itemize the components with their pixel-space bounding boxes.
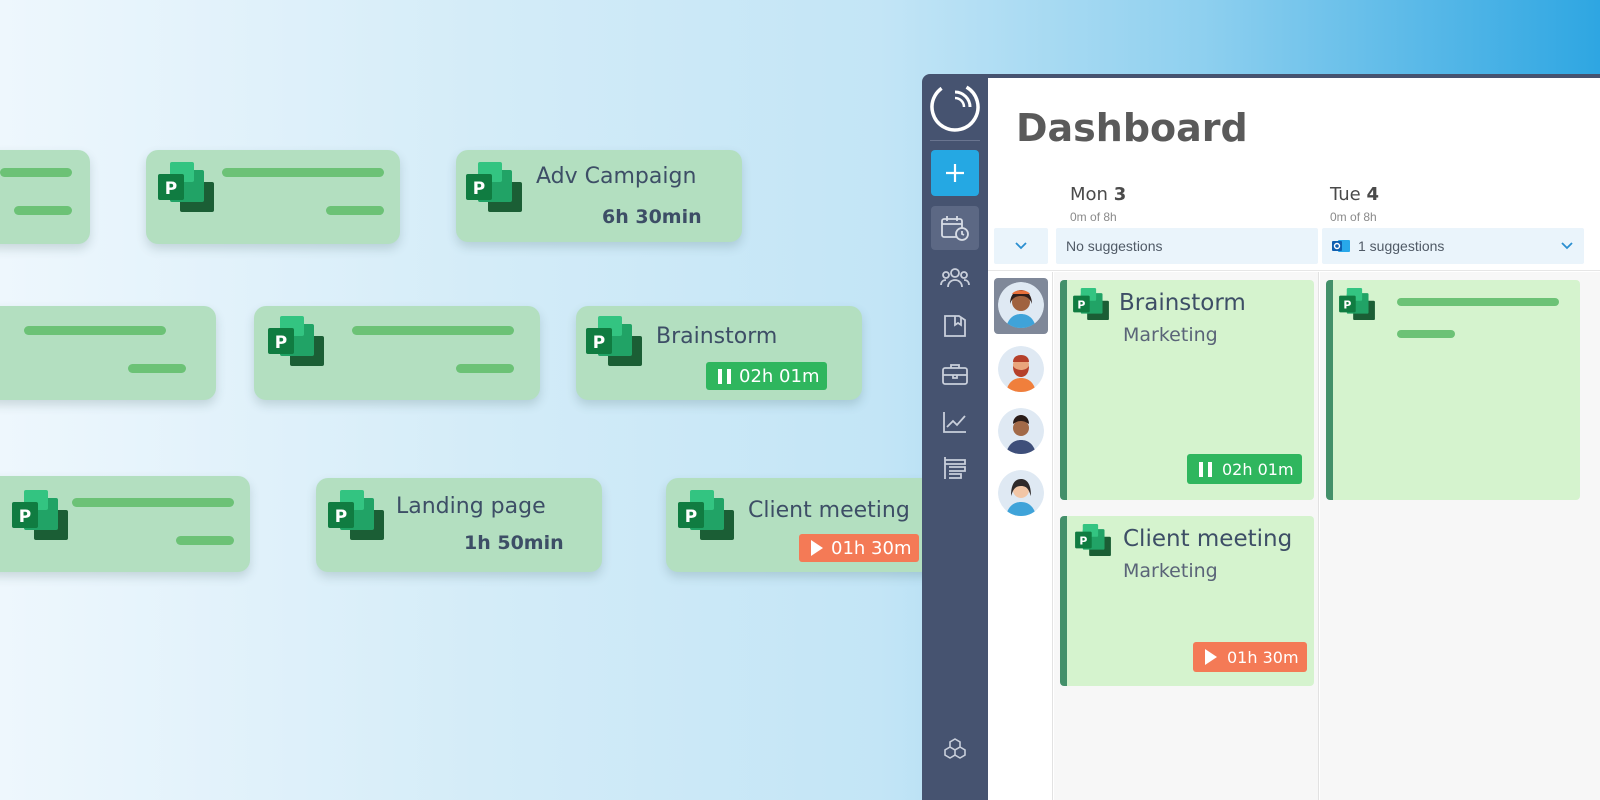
day-number: 4 [1366, 184, 1380, 205]
divider [1052, 272, 1053, 800]
task-card-landing-page[interactable]: Landing page 1h 50min [316, 478, 602, 572]
capacity: of 8h [1350, 210, 1377, 224]
task-card-placeholder[interactable] [0, 306, 216, 400]
briefcase-icon [942, 364, 968, 385]
project-icon [1073, 288, 1109, 320]
avatar[interactable] [998, 470, 1044, 516]
event-title: Client meeting [1123, 526, 1293, 552]
nav-clients[interactable] [931, 352, 979, 396]
capacity: of 8h [1090, 210, 1117, 224]
folder-icon [944, 315, 966, 337]
nav-reports[interactable] [931, 400, 979, 444]
suggestions-label: 1 suggestions [1358, 238, 1445, 254]
day-header-mon: Mon 3 [1070, 184, 1126, 205]
project-icon [466, 162, 522, 212]
day-name: Tue [1330, 184, 1361, 205]
avatar[interactable] [998, 408, 1044, 454]
chevron-down-icon [1561, 242, 1573, 250]
card-duration: 6h 30min [602, 206, 702, 228]
event-client-meeting[interactable]: Client meeting Marketing 01h 30m [1060, 516, 1314, 686]
tasks-icon [944, 457, 966, 479]
project-icon [1339, 288, 1375, 320]
card-title: Client meeting [748, 498, 910, 523]
task-card-placeholder[interactable] [0, 476, 250, 572]
calendar-clock-icon [941, 216, 969, 241]
day-name: Mon [1070, 184, 1108, 205]
event-title: Brainstorm [1119, 290, 1246, 316]
divider [930, 140, 980, 141]
pause-icon[interactable] [1199, 461, 1212, 477]
task-card-adv-campaign[interactable]: Adv Campaign 6h 30min [456, 150, 742, 242]
add-button[interactable] [931, 150, 979, 196]
play-icon[interactable] [811, 540, 823, 556]
logo-icon [930, 82, 980, 132]
sidebar [922, 74, 988, 800]
chart-icon [943, 412, 966, 433]
suggestions-label: No suggestions [1066, 238, 1163, 254]
project-icon [158, 162, 214, 212]
project-icon [328, 490, 384, 540]
card-title: Adv Campaign [536, 164, 697, 189]
timer-badge[interactable]: 02h 01m [706, 362, 828, 390]
cubes-icon [944, 738, 966, 759]
logged-time: 0m [1330, 210, 1347, 224]
timer-badge[interactable]: 01h 30m [799, 534, 920, 562]
project-icon [268, 316, 324, 366]
timer-badge[interactable]: 01h 30m [1193, 642, 1307, 672]
timer-badge[interactable]: 02h 01m [1187, 454, 1302, 484]
suggestions-mon[interactable]: No suggestions [1056, 228, 1318, 264]
timer-value: 02h 01m [1222, 459, 1294, 479]
task-card-brainstorm[interactable]: Brainstorm 02h 01m [576, 306, 862, 400]
task-card-placeholder[interactable] [254, 306, 540, 400]
timer-value: 01h 30m [1227, 647, 1299, 667]
nav-projects[interactable] [931, 304, 979, 348]
day-header-tue: Tue 4 [1330, 184, 1379, 205]
project-icon [12, 490, 68, 540]
app-window: Dashboard Mon 3 0m of 8h Tue 4 0m of 8h … [922, 74, 1600, 800]
play-icon[interactable] [1205, 649, 1217, 665]
plus-icon [946, 164, 964, 182]
outlook-icon [1332, 240, 1350, 252]
nav-integrations[interactable] [931, 728, 979, 772]
event-subtitle: Marketing [1123, 324, 1218, 346]
task-card-placeholder[interactable] [146, 150, 400, 244]
nav-tasks[interactable] [931, 446, 979, 490]
divider [1318, 272, 1319, 800]
team-icon [940, 268, 970, 288]
page-title: Dashboard [1016, 106, 1248, 150]
logged-time: 0m [1070, 210, 1087, 224]
day-hours-mon: 0m of 8h [1070, 210, 1117, 224]
task-card-placeholder[interactable] [0, 150, 90, 244]
nav-calendar[interactable] [931, 206, 979, 250]
project-icon [586, 316, 642, 366]
card-title: Landing page [396, 494, 546, 519]
project-icon [1075, 524, 1111, 556]
project-icon [678, 490, 734, 540]
event-placeholder[interactable] [1326, 280, 1580, 500]
day-number: 3 [1113, 184, 1127, 205]
avatar[interactable] [998, 346, 1044, 392]
nav-team[interactable] [931, 256, 979, 300]
task-card-client-meeting[interactable]: Client meeting 01h 30m [666, 478, 952, 572]
main-panel: Dashboard Mon 3 0m of 8h Tue 4 0m of 8h … [988, 78, 1600, 800]
collapse-suggestions-button[interactable] [994, 228, 1048, 264]
event-brainstorm[interactable]: Brainstorm Marketing 02h 01m [1060, 280, 1314, 500]
avatar[interactable] [998, 282, 1044, 328]
day-hours-tue: 0m of 8h [1330, 210, 1377, 224]
pause-icon[interactable] [718, 368, 731, 384]
event-subtitle: Marketing [1123, 560, 1218, 582]
divider [988, 270, 1600, 271]
timer-value: 02h 01m [739, 365, 820, 387]
timer-value: 01h 30m [831, 537, 912, 559]
card-duration: 1h 50min [464, 532, 564, 554]
suggestions-tue[interactable]: 1 suggestions [1322, 228, 1584, 264]
chevron-down-icon [1015, 242, 1027, 250]
card-title: Brainstorm [656, 324, 778, 349]
